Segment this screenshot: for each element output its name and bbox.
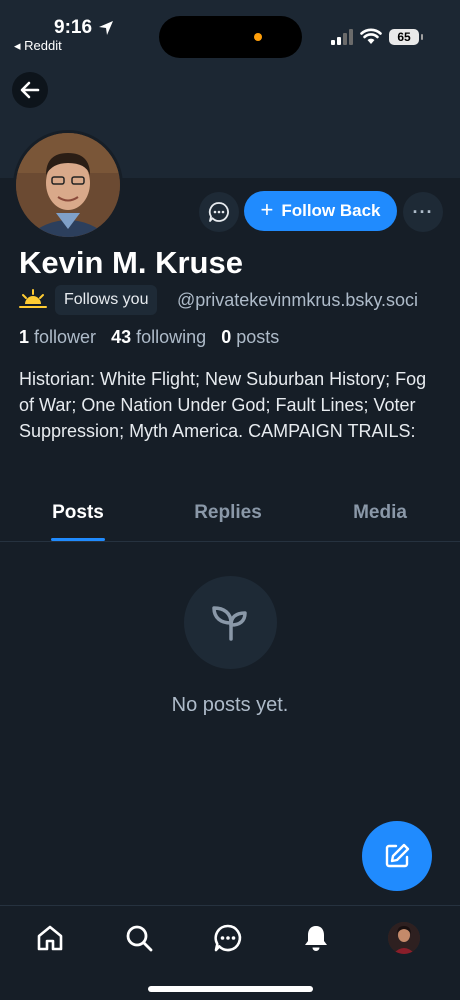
location-arrow-icon: [99, 21, 113, 35]
empty-state-icon-wrap: [184, 576, 277, 669]
chat-icon: [214, 924, 242, 952]
compose-post-button[interactable]: [362, 821, 432, 891]
posts-count: 0: [221, 327, 232, 347]
cellular-signal-icon: [331, 29, 353, 45]
compose-pencil-icon: [385, 843, 410, 868]
profile-avatar-icon: [388, 922, 420, 954]
avatar-photo: [16, 133, 120, 237]
nav-home[interactable]: [32, 920, 68, 956]
posts-label: posts: [236, 327, 280, 347]
ellipsis-icon: ···: [412, 201, 434, 222]
display-name: Kevin M. Kruse: [19, 245, 243, 280]
more-options-button[interactable]: ···: [403, 192, 443, 232]
back-button[interactable]: [12, 72, 48, 108]
following-label: following: [136, 327, 207, 347]
search-icon: [126, 925, 153, 952]
bottom-navigation: [0, 905, 460, 1000]
nav-search[interactable]: [121, 920, 157, 956]
followers-count: 1: [19, 327, 30, 347]
follow-back-label: Follow Back: [281, 201, 381, 220]
following-count: 43: [111, 327, 132, 347]
nav-chat[interactable]: [210, 920, 246, 956]
followers-label: follower: [34, 327, 97, 347]
empty-state-text: No posts yet.: [171, 694, 289, 716]
nav-notifications[interactable]: [298, 920, 334, 956]
status-time: 9:16: [54, 17, 93, 38]
tab-media[interactable]: Media: [335, 502, 425, 524]
profile-tabs: Posts Replies Media: [0, 494, 460, 542]
plus-icon: +: [260, 197, 274, 222]
island-indicator: [254, 33, 262, 41]
tab-posts[interactable]: Posts: [36, 502, 120, 524]
following-stat[interactable]: 43 following: [111, 327, 206, 347]
dynamic-island: [159, 16, 302, 58]
back-to-app-link[interactable]: ◂ Reddit: [14, 38, 62, 54]
follows-you-badge: Follows you: [55, 285, 158, 315]
battery-indicator: 65: [389, 29, 419, 45]
sunrise-emoji-icon: [19, 289, 47, 308]
profile-meta-row: Follows you @privatekevinmkrus.bsky.soci: [19, 285, 460, 317]
bell-icon: [305, 926, 327, 951]
profile-avatar[interactable]: [13, 130, 123, 240]
profile-bio: Historian: White Flight; New Suburban Hi…: [19, 369, 427, 441]
active-tab-indicator: [51, 538, 105, 541]
home-indicator: [148, 986, 313, 992]
battery-tip: [421, 34, 423, 40]
profile-handle: @privatekevinmkrus.bsky.soci: [177, 290, 419, 310]
message-button[interactable]: [199, 192, 239, 232]
posts-stat: 0 posts: [221, 327, 279, 347]
profile-stats: 1 follower 43 following 0 posts: [19, 327, 279, 348]
follow-back-button[interactable]: + Follow Back: [244, 191, 397, 231]
chat-bubble-icon: [208, 202, 229, 222]
followers-stat[interactable]: 1 follower: [19, 327, 96, 347]
wifi-icon: [360, 28, 382, 44]
sprout-icon: [211, 605, 247, 641]
nav-profile-avatar[interactable]: [388, 922, 420, 954]
status-bar: 9:16 ◂ Reddit 65: [0, 0, 460, 60]
arrow-left-icon: [20, 81, 40, 99]
home-icon: [37, 925, 63, 951]
tab-replies[interactable]: Replies: [178, 502, 278, 524]
